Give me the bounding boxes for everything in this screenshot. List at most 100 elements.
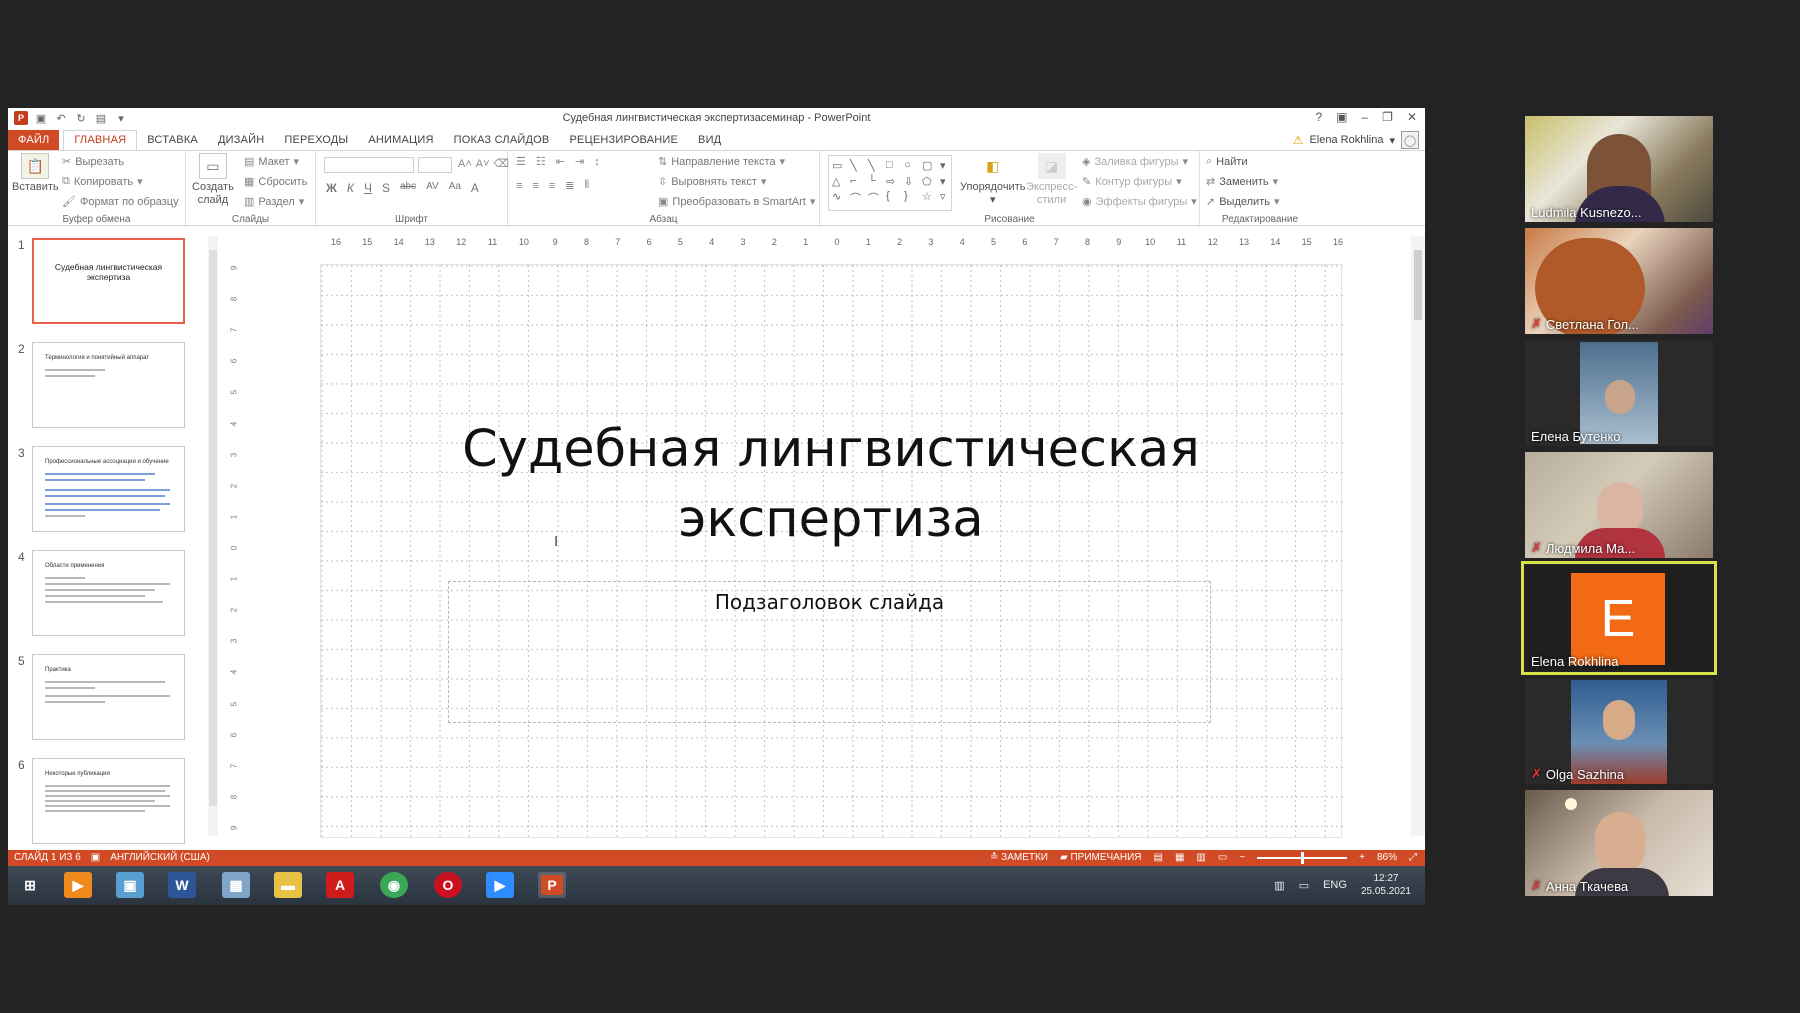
- columns-icon[interactable]: ⫴: [584, 179, 589, 192]
- account-area[interactable]: ⚠ Elena Rokhlina ▾ ◯: [1293, 131, 1419, 149]
- opera-icon[interactable]: O: [434, 872, 462, 898]
- justify-icon[interactable]: ≣: [565, 179, 574, 192]
- comments-button[interactable]: ▰ ПРИМЕЧАНИЯ: [1060, 852, 1141, 863]
- italic-button[interactable]: К: [347, 181, 354, 195]
- thumbnail-slide-5[interactable]: Практика: [32, 654, 185, 740]
- scroll-shape-icon[interactable]: ▾: [940, 175, 956, 189]
- account-avatar-icon[interactable]: ◯: [1401, 131, 1419, 149]
- scrollbar-thumb[interactable]: [209, 250, 217, 806]
- cut-button[interactable]: ✂ Вырезать: [62, 155, 124, 169]
- oval-shape-icon[interactable]: ○: [904, 159, 920, 173]
- zoom-in-icon[interactable]: +: [1359, 852, 1365, 863]
- bold-button[interactable]: Ж: [326, 181, 337, 195]
- arrange-button[interactable]: ◧ Упорядочить ▾: [960, 153, 1025, 207]
- connector-shape-icon[interactable]: └: [868, 175, 884, 189]
- tab-insert[interactable]: ВСТАВКА: [137, 131, 208, 150]
- layout-button[interactable]: ▤ Макет ▾: [244, 155, 299, 169]
- smartart-button[interactable]: ▣ Преобразовать в SmartArt ▾: [658, 195, 815, 209]
- align-center-icon[interactable]: ≡: [532, 180, 538, 192]
- scrollbar-thumb[interactable]: [1414, 250, 1422, 320]
- font-size-input[interactable]: [418, 157, 452, 173]
- media-player-icon[interactable]: ▶: [64, 872, 92, 898]
- clock[interactable]: 12:27 25.05.2021: [1361, 872, 1411, 898]
- chrome-icon[interactable]: ◉: [380, 872, 408, 898]
- shadow-button[interactable]: S: [382, 181, 390, 195]
- zoom-level[interactable]: 86%: [1377, 852, 1397, 863]
- text-direction-button[interactable]: ⇅ Направление текста ▾: [658, 155, 785, 169]
- triangle-shape-icon[interactable]: △: [832, 175, 848, 189]
- line-spacing-icon[interactable]: ↕: [594, 156, 600, 168]
- shape-effects-button[interactable]: ◉ Эффекты фигуры ▾: [1082, 195, 1197, 209]
- align-left-icon[interactable]: ≡: [516, 180, 522, 192]
- decrease-indent-icon[interactable]: ⇤: [556, 155, 565, 168]
- thumbnail-slide-2[interactable]: Терминология и понятийный аппарат: [32, 342, 185, 428]
- thumbnail-slide-4[interactable]: Области применения: [32, 550, 185, 636]
- arc2-shape-icon[interactable]: ⌒: [868, 190, 884, 207]
- thumbnail-slide-3[interactable]: Профессиональные ассоциации и обучение: [32, 446, 185, 532]
- word-icon[interactable]: W: [168, 872, 196, 898]
- clear-format-icon[interactable]: ⌫: [494, 157, 510, 170]
- reset-button[interactable]: ▦ Сбросить: [244, 175, 307, 189]
- section-button[interactable]: ▥ Раздел ▾: [244, 195, 304, 209]
- slideshow-icon[interactable]: ▭: [1218, 852, 1227, 863]
- participant-tile[interactable]: Ludmila Kusnezo...: [1525, 116, 1713, 222]
- tab-animations[interactable]: АНИМАЦИЯ: [358, 131, 443, 150]
- format-painter-button[interactable]: 🖌 Формат по образцу: [62, 195, 179, 209]
- spellcheck-icon[interactable]: ▣: [91, 852, 100, 863]
- participant-tile-active-speaker[interactable]: E Elena Rokhlina: [1521, 561, 1717, 675]
- windows-start-icon[interactable]: ⊞: [16, 872, 44, 898]
- brace-left-shape-icon[interactable]: {: [886, 190, 902, 207]
- pentagon-shape-icon[interactable]: ⬠: [922, 175, 938, 189]
- ribbon-display-icon[interactable]: ▣: [1336, 110, 1347, 124]
- subtitle-placeholder[interactable]: Подзаголовок слайда: [448, 581, 1211, 723]
- curve-shape-icon[interactable]: ∿: [832, 190, 848, 207]
- bullets-icon[interactable]: ☰: [516, 155, 526, 168]
- calculator-icon[interactable]: ▦: [222, 872, 250, 898]
- expand-shape-icon[interactable]: ▿: [940, 190, 956, 207]
- participant-tile[interactable]: ✗ Анна Ткачева: [1525, 790, 1713, 896]
- strikethrough-button[interactable]: abc: [400, 181, 416, 195]
- slide-title[interactable]: Судебная лингвистическая экспертиза: [421, 415, 1241, 555]
- normal-view-icon[interactable]: ▤: [1153, 852, 1162, 863]
- change-case-button[interactable]: Aa: [449, 181, 461, 195]
- star-shape-icon[interactable]: ☆: [922, 190, 938, 207]
- zoom-app-icon[interactable]: ▶: [486, 872, 514, 898]
- textbox-shape-icon[interactable]: ▭: [832, 159, 848, 173]
- copy-button[interactable]: ⧉ Копировать ▾: [62, 175, 143, 188]
- fit-slide-icon[interactable]: ⤢: [1409, 852, 1417, 863]
- tab-review[interactable]: РЕЦЕНЗИРОВАНИЕ: [559, 131, 688, 150]
- rect-shape-icon[interactable]: □: [886, 159, 902, 173]
- tab-view[interactable]: ВИД: [688, 131, 731, 150]
- shape-outline-button[interactable]: ✎ Контур фигуры ▾: [1082, 175, 1182, 189]
- align-text-button[interactable]: ⇳ Выровнять текст ▾: [658, 175, 766, 189]
- remote-desktop-icon[interactable]: ▣: [116, 872, 144, 898]
- quick-styles-button[interactable]: ◪ Экспресс- стили: [1026, 153, 1077, 207]
- shrink-font-icon[interactable]: A˅: [476, 158, 490, 170]
- arc-shape-icon[interactable]: ⌒: [850, 190, 866, 207]
- spacing-button[interactable]: AV: [426, 181, 439, 195]
- reading-view-icon[interactable]: ▥: [1196, 852, 1205, 863]
- language-indicator[interactable]: АНГЛИЙСКИЙ (США): [110, 852, 210, 863]
- align-right-icon[interactable]: ≡: [549, 180, 555, 192]
- numbering-icon[interactable]: ☷: [536, 155, 546, 168]
- notes-button[interactable]: ≛ ЗАМЕТКИ: [990, 852, 1048, 863]
- participant-tile[interactable]: ✗ Olga Sazhina: [1525, 678, 1713, 784]
- tab-transitions[interactable]: ПЕРЕХОДЫ: [274, 131, 358, 150]
- network-icon[interactable]: ▥: [1274, 879, 1284, 892]
- increase-indent-icon[interactable]: ⇥: [575, 155, 584, 168]
- font-size-buttons[interactable]: A˄ A˅ ⌫: [458, 157, 510, 171]
- thumbnails-scrollbar[interactable]: [208, 236, 218, 836]
- acrobat-icon[interactable]: A: [326, 872, 354, 898]
- participant-tile[interactable]: ✗ Людмила Ма...: [1525, 452, 1713, 558]
- slide-sorter-icon[interactable]: ▦: [1175, 852, 1184, 863]
- tab-file[interactable]: ФАЙЛ: [8, 130, 60, 150]
- powerpoint-taskbar-icon[interactable]: P: [538, 872, 566, 898]
- help-icon[interactable]: ?: [1315, 110, 1322, 124]
- thumbnail-slide-1[interactable]: Судебная лингвистическая экспертиза: [32, 238, 185, 324]
- input-language[interactable]: ENG: [1323, 879, 1347, 891]
- elbow-shape-icon[interactable]: ⌐: [850, 175, 866, 189]
- line2-shape-icon[interactable]: ╲: [868, 159, 884, 173]
- minimize-icon[interactable]: –: [1361, 110, 1368, 124]
- tab-home[interactable]: ГЛАВНАЯ: [63, 130, 138, 150]
- thumbnail-slide-6[interactable]: Некоторые публикации: [32, 758, 185, 844]
